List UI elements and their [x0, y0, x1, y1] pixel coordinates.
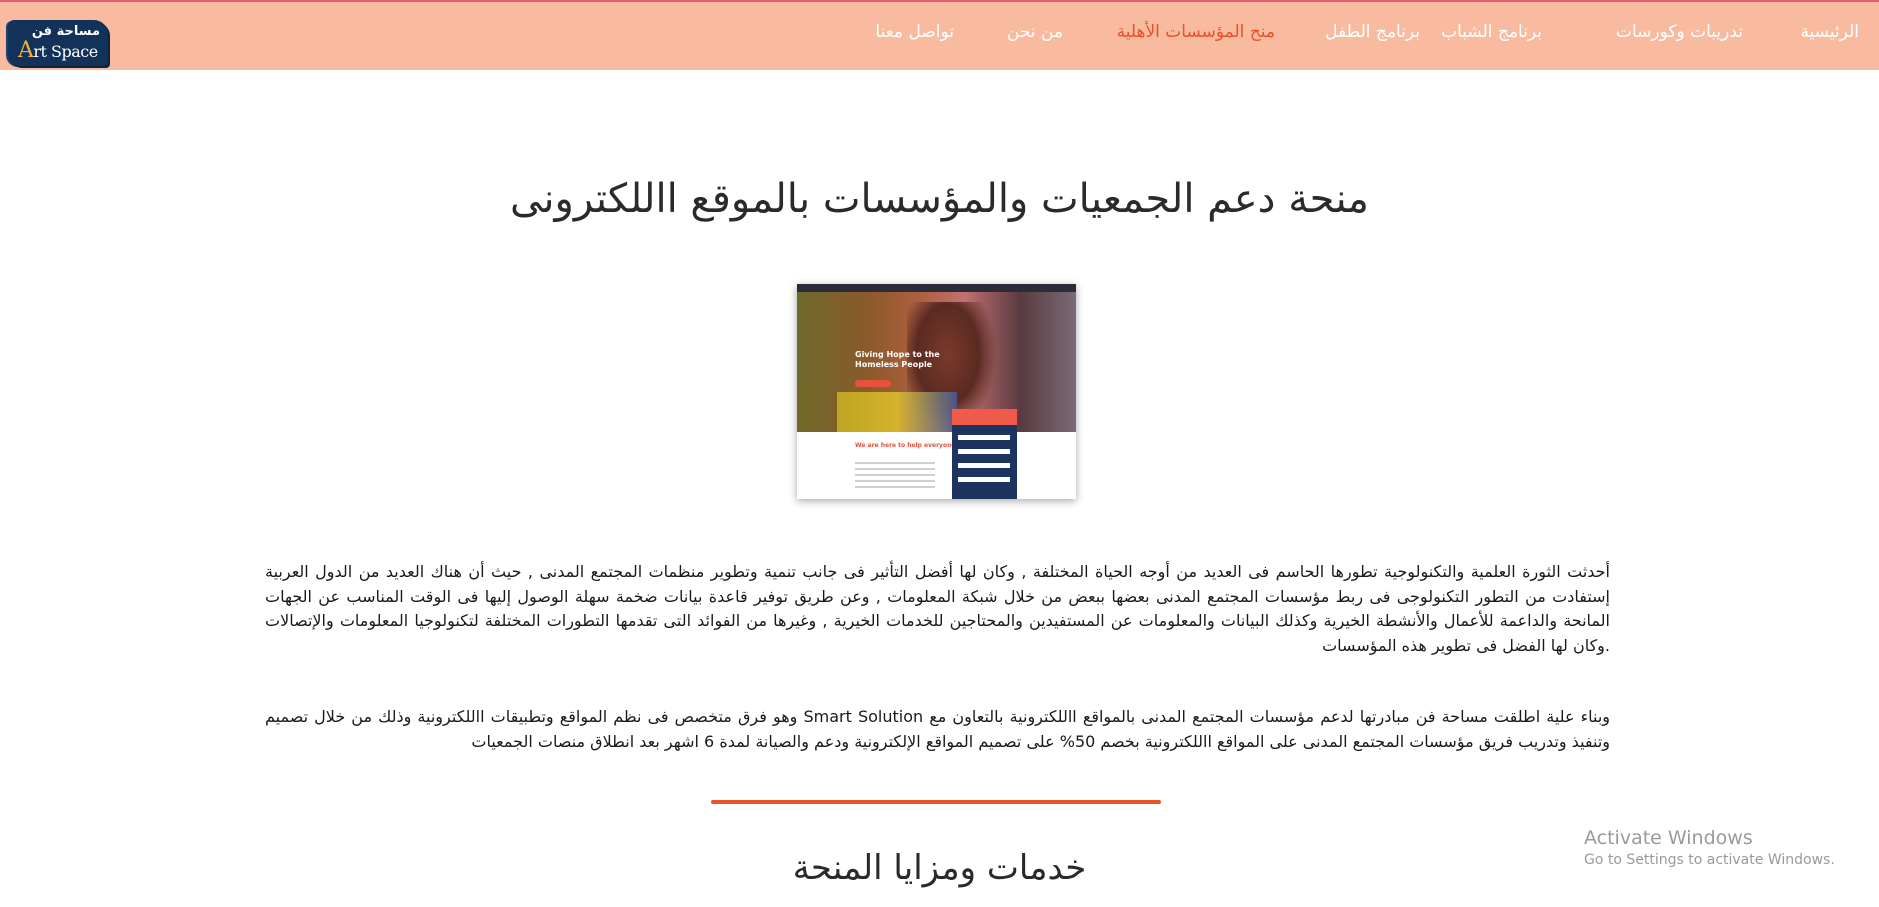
- page-title: منحة دعم الجمعيات والمؤسسات بالموقع االل…: [510, 176, 1369, 222]
- art-space-logo[interactable]: مساحة فن Art Space: [8, 20, 108, 66]
- preview-hero: Giving Hope to the Homeless People: [797, 292, 1076, 432]
- preview-form-field: [958, 435, 1010, 440]
- website-preview-image: Giving Hope to the Homeless People We ar…: [797, 284, 1076, 499]
- nav-item-youth-program[interactable]: برنامج الشباب: [1441, 22, 1542, 42]
- preview-form-field: [958, 463, 1010, 468]
- preview-donation-form: [952, 425, 1017, 499]
- logo-english-text: Art Space: [18, 38, 98, 63]
- preview-text-line: [855, 486, 935, 488]
- logo-arabic-text: مساحة فن: [31, 24, 100, 39]
- preview-text-line: [855, 462, 935, 464]
- preview-form-field: [958, 449, 1010, 454]
- nav-item-about-us[interactable]: من نحن: [1007, 22, 1063, 42]
- watermark-subtitle: Go to Settings to activate Windows.: [1584, 852, 1835, 868]
- nav-item-home[interactable]: الرئيسية: [1800, 22, 1859, 42]
- preview-photo-detail: [837, 392, 957, 432]
- preview-lower-section: We are here to help everyone in need: [797, 432, 1076, 499]
- initiative-paragraph: وبناء علية اطلقت مساحة فن مبادرتها لدعم …: [265, 707, 1611, 751]
- preview-hero-title: Giving Hope to the Homeless People: [855, 350, 940, 369]
- preview-donate-badge: [952, 409, 1017, 425]
- preview-text-line: [855, 468, 935, 470]
- nav-item-trainings[interactable]: تدريبات وكورسات: [1616, 22, 1743, 42]
- preview-browser-bar: [797, 284, 1076, 292]
- top-navigation-bar: مساحة فن Art Space الرئيسية تدريبات وكور…: [0, 0, 1879, 70]
- nav-item-contact-us[interactable]: تواصل معنا: [875, 22, 954, 42]
- windows-activation-watermark: Activate Windows Go to Settings to activ…: [1584, 826, 1835, 870]
- nav-item-child-program[interactable]: برنامج الطفل: [1325, 22, 1420, 42]
- section-divider: [711, 800, 1161, 804]
- preview-form-field: [958, 477, 1010, 482]
- intro-paragraph: أحدثت الثورة العلمية والتكنولوجية تطورها…: [265, 562, 1610, 655]
- nav-item-ngo-grants[interactable]: منح المؤسسات الأهلية: [1117, 22, 1275, 42]
- preview-text-line: [855, 480, 935, 482]
- logo-english-rest: rt Space: [33, 42, 98, 61]
- watermark-title: Activate Windows: [1584, 827, 1753, 849]
- main-nav: الرئيسية تدريبات وكورسات برنامج الشباب ب…: [130, 2, 1879, 70]
- preview-hero-button: [855, 380, 891, 387]
- preview-text-line: [855, 474, 935, 476]
